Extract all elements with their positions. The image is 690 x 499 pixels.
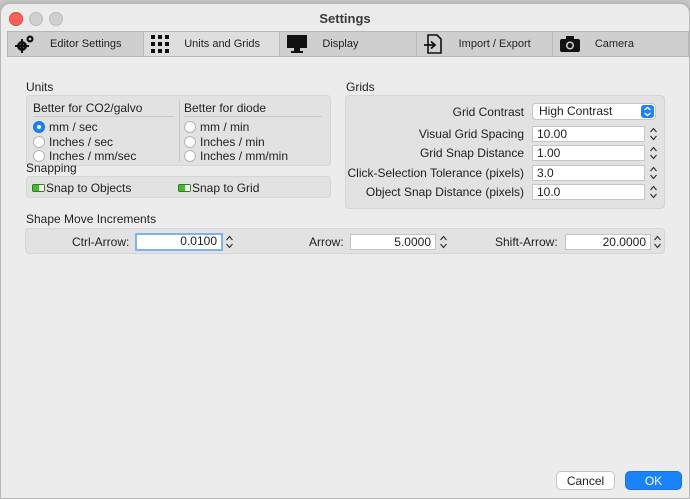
shift-arrow-input[interactable]: 20.0000 (565, 234, 651, 250)
radio-inches-per-sec[interactable] (33, 136, 45, 148)
shift-arrow-stepper[interactable] (653, 234, 662, 250)
visual-grid-spacing-label: Visual Grid Spacing (418, 127, 524, 141)
visual-grid-spacing-input[interactable]: 10.00 (532, 126, 645, 142)
radio-label: Inches / sec (49, 135, 114, 149)
grid-contrast-label: Grid Contrast (452, 105, 524, 119)
chevron-up-down-icon (641, 105, 654, 118)
radio-label: mm / min (200, 120, 250, 134)
radio-inches-mm-per-min[interactable] (184, 150, 196, 162)
cancel-button[interactable]: Cancel (556, 471, 615, 490)
gears-icon (15, 35, 34, 53)
visual-grid-spacing-stepper[interactable] (649, 126, 658, 142)
settings-window: Settings Editor Settings Units and Grids… (0, 3, 690, 499)
radio-mm-per-min[interactable] (184, 121, 196, 133)
tab-units-and-grids[interactable]: Units and Grids (144, 32, 281, 56)
ctrl-arrow-label: Ctrl-Arrow: (72, 235, 130, 249)
grid-contrast-value: High Contrast (539, 104, 613, 118)
radio-inches-per-min[interactable] (184, 136, 196, 148)
grid-snap-distance-label: Grid Snap Distance (419, 146, 524, 160)
monitor-icon (287, 35, 308, 53)
diode-heading-divider (184, 116, 322, 117)
tab-import-export[interactable]: Import / Export (417, 32, 553, 56)
grid-icon (151, 35, 170, 53)
tab-label: Import / Export (458, 38, 531, 50)
arrow-label: Arrow: (309, 235, 344, 249)
window-title: Settings (319, 11, 371, 26)
ctrl-arrow-stepper[interactable] (225, 234, 234, 250)
arrow-input[interactable]: 5.0000 (350, 234, 436, 250)
radio-label: Inches / mm/min (200, 149, 289, 163)
units-column-divider (179, 100, 180, 162)
grid-contrast-select[interactable]: High Contrast (532, 103, 656, 120)
tab-editor-settings[interactable]: Editor Settings (8, 32, 145, 56)
click-selection-tolerance-label: Click-Selection Tolerance (pixels) (347, 166, 524, 180)
co2-heading-divider (33, 116, 174, 117)
import-export-icon (423, 34, 442, 54)
object-snap-distance-stepper[interactable] (649, 184, 658, 200)
snap-to-grid-label: Snap to Grid (192, 181, 260, 195)
object-snap-distance-label: Object Snap Distance (pixels) (365, 185, 524, 199)
camera-icon (559, 36, 580, 52)
units-section-title: Units (26, 80, 54, 94)
click-selection-tolerance-stepper[interactable] (649, 165, 658, 181)
shape-move-group: Ctrl-Arrow: 0.0100 Arrow: 5.0000 Shift-A… (25, 228, 665, 254)
snapping-group: Snap to Objects Snap to Grid (26, 176, 331, 198)
snap-to-grid-toggle[interactable] (178, 184, 191, 192)
tab-label: Editor Settings (50, 38, 122, 50)
arrow-stepper[interactable] (439, 234, 448, 250)
tab-label: Display (322, 38, 359, 50)
co2-galvo-heading: Better for CO2/galvo (33, 101, 143, 115)
ok-button[interactable]: OK (625, 471, 682, 490)
diode-heading: Better for diode (184, 101, 267, 115)
settings-tab-bar: Editor Settings Units and Grids Display … (7, 31, 689, 57)
tab-camera[interactable]: Camera (553, 32, 688, 56)
radio-label: Inches / min (200, 135, 265, 149)
units-group: Better for CO2/galvo Better for diode mm… (26, 95, 331, 166)
tab-label: Camera (594, 38, 634, 50)
snap-to-objects-toggle[interactable] (32, 184, 45, 192)
snapping-section-title: Snapping (26, 161, 77, 175)
title-bar: Settings (1, 4, 689, 31)
grid-snap-distance-stepper[interactable] (649, 145, 658, 161)
radio-label: mm / sec (49, 120, 98, 134)
ctrl-arrow-input[interactable]: 0.0100 (135, 233, 223, 251)
snap-to-objects-label: Snap to Objects (46, 181, 132, 195)
tab-display[interactable]: Display (280, 32, 417, 56)
shape-move-section-title: Shape Move Increments (26, 212, 157, 226)
tab-label: Units and Grids (184, 38, 261, 50)
radio-mm-per-sec[interactable] (33, 121, 45, 133)
shift-arrow-label: Shift-Arrow: (495, 235, 558, 249)
grid-snap-distance-input[interactable]: 1.00 (532, 145, 645, 161)
object-snap-distance-input[interactable]: 10.0 (532, 184, 645, 200)
click-selection-tolerance-input[interactable]: 3.0 (532, 165, 645, 181)
grids-group: Grid Contrast High Contrast Visual Grid … (345, 95, 665, 209)
grids-section-title: Grids (346, 80, 375, 94)
